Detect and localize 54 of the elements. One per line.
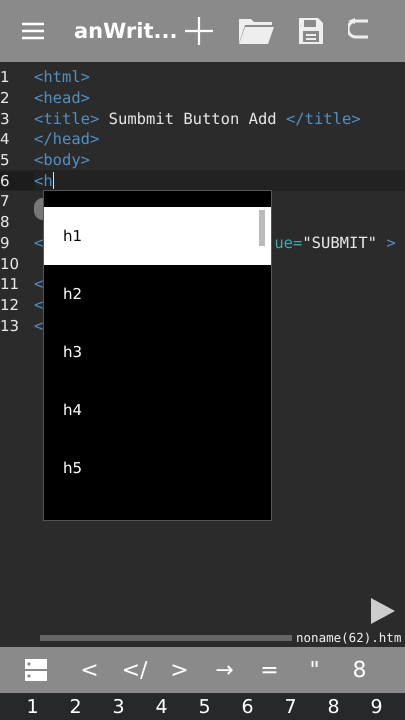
code-text: <title> [34, 110, 100, 128]
number-key[interactable]: 6 [226, 696, 269, 718]
file-name: noname(62).htm [296, 630, 402, 645]
app-title: anWrit... [74, 19, 178, 43]
scrollbar[interactable] [259, 210, 265, 246]
folder-icon[interactable] [238, 17, 274, 45]
add-icon[interactable] [184, 16, 214, 46]
line-number: 1 [0, 68, 11, 86]
code-text: ue= [274, 234, 302, 252]
text-cursor [52, 172, 54, 190]
code-text: < [34, 296, 44, 314]
number-key[interactable]: 8 [312, 696, 355, 718]
line-number: 12 [0, 296, 20, 314]
code-text: < [34, 275, 44, 294]
line-number: 3 [0, 110, 11, 128]
code-text: <html> [34, 68, 90, 86]
line-number: 4 [0, 130, 11, 148]
line-number: 2 [0, 89, 11, 108]
number-key[interactable]: 3 [97, 696, 140, 718]
scrollbar[interactable] [40, 634, 292, 640]
number-key[interactable]: 9 [355, 696, 398, 718]
number-key[interactable]: 7 [269, 696, 312, 718]
server-icon[interactable] [25, 659, 47, 681]
code-text: Sumbmit Button Add [108, 110, 278, 128]
line-number: 10 [0, 254, 20, 273]
number-key[interactable]: 1 [11, 696, 54, 718]
code-text: > [385, 234, 396, 252]
line-number: 9 [0, 234, 11, 252]
selection-handle[interactable] [34, 198, 43, 220]
line-number: 6 [0, 172, 34, 190]
code-text: </head> [34, 130, 100, 148]
code-text: <head> [34, 89, 90, 108]
save-icon[interactable] [298, 17, 324, 45]
suggestion-item[interactable]: h1 [44, 207, 271, 265]
code-text: <body> [34, 151, 90, 170]
suggestion-item[interactable]: h2 [44, 265, 271, 323]
number-key[interactable]: 4 [140, 696, 183, 718]
play-icon[interactable] [371, 598, 395, 624]
line-number: 7 [0, 192, 11, 210]
line-number: 5 [0, 151, 11, 170]
code-text: "SUBMIT" [302, 234, 377, 252]
number-key[interactable]: 2 [54, 696, 97, 718]
number-key[interactable]: 5 [183, 696, 226, 718]
line-number: 8 [0, 213, 11, 232]
suggestion-item[interactable]: h4 [44, 381, 271, 439]
suggestion-item[interactable]: h3 [44, 323, 271, 381]
line-number: 11 [0, 275, 20, 294]
code-editor[interactable]: 1 <html> 2 <head> 3 <title> Sumbmit Button Add </title> 4 </head> 5 <body> 6 <h 7 8 9 < ue="SUBMIT" > 10 11 < 12 < 13 < h1 h2 h3 h4 h5 noname(62).htm [0, 62, 405, 647]
code-text: <h [34, 172, 53, 190]
line-number: 13 [0, 316, 20, 335]
code-text: < [34, 234, 44, 252]
suggestion-item[interactable]: h5 [44, 439, 271, 497]
code-text: < [34, 316, 44, 335]
code-text: </title> [286, 110, 361, 128]
